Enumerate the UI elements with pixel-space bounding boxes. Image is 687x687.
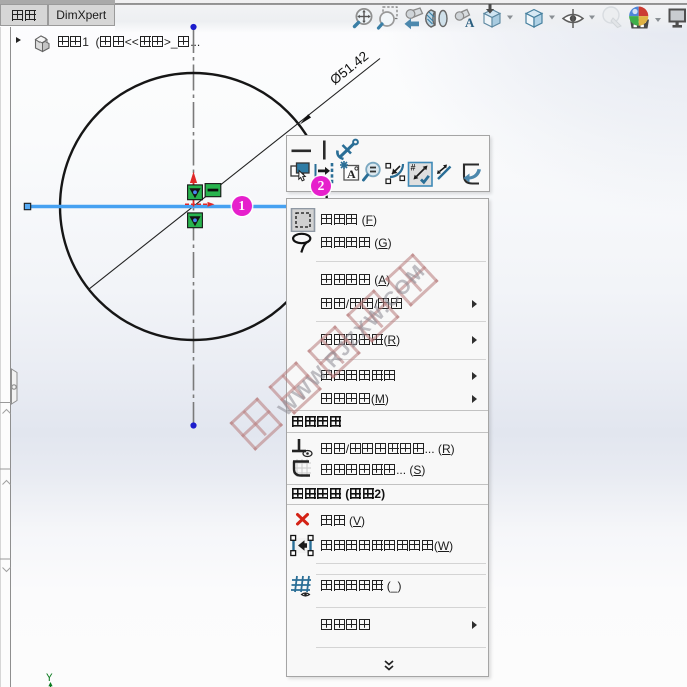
svg-text:#: # xyxy=(410,162,415,172)
svg-text:A: A xyxy=(465,15,475,30)
svg-text:Y: Y xyxy=(46,673,53,685)
svg-text:Ø51.42: Ø51.42 xyxy=(327,48,371,87)
